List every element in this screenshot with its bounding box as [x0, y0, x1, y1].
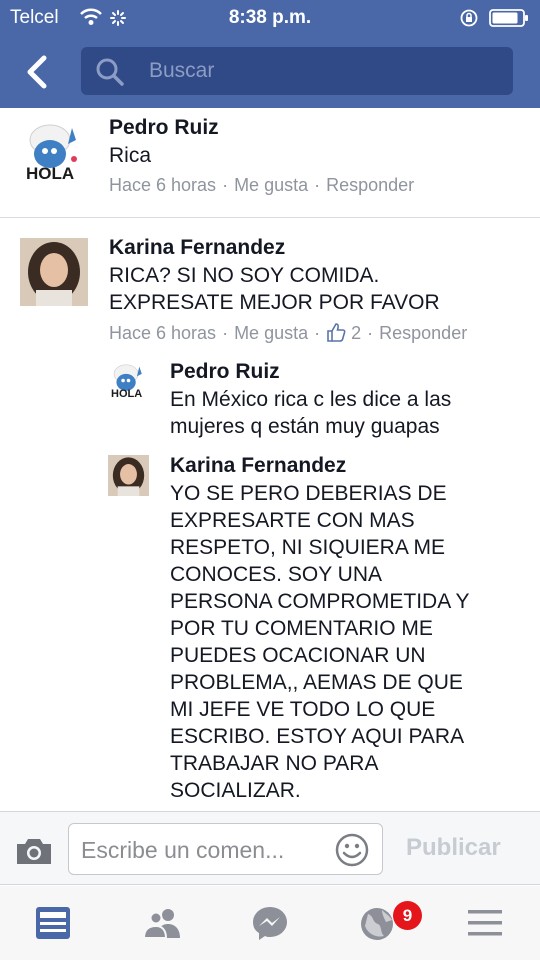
menu-icon[interactable] [466, 904, 506, 942]
reply-text: En México rica c les dice a las mujeres … [170, 388, 452, 438]
karina-avatar-image [20, 238, 88, 306]
separator-dot: · [222, 175, 229, 195]
notifications-badge: 9 [393, 901, 422, 930]
reply-author[interactable]: Karina Fernandez [170, 454, 346, 478]
battery-icon [489, 9, 528, 27]
orientation-lock-icon [460, 9, 478, 27]
like-link[interactable]: Me gusta [234, 175, 308, 195]
comment-time: Hace 6 horas [109, 175, 217, 195]
search-input[interactable] [149, 55, 489, 87]
reply-link[interactable]: Responder [326, 175, 414, 195]
avatar-karina-fernandez[interactable] [20, 238, 88, 306]
comment-input[interactable] [81, 836, 331, 864]
avatar-pedro-ruiz-reply[interactable]: HOLA [108, 360, 149, 401]
avatar-text: HOLA [26, 164, 75, 183]
like-count: 2 [351, 323, 362, 343]
search-icon [96, 58, 124, 86]
karina-avatar-image [108, 455, 149, 496]
back-chevron-icon[interactable] [22, 54, 52, 90]
camera-icon[interactable] [15, 836, 53, 866]
reply-link[interactable]: Responder [379, 323, 467, 343]
comment-author[interactable]: Pedro Ruiz [109, 116, 219, 140]
comment-input-box[interactable] [68, 823, 383, 875]
avatar-pedro-ruiz[interactable]: HOLA [20, 118, 88, 184]
notifications-globe-icon[interactable] [358, 904, 398, 942]
comment-time: Hace 6 horas [109, 323, 217, 343]
status-bar: Telcel 8:38 p.m. [0, 0, 540, 36]
thumbs-up-icon [327, 323, 346, 342]
comment-text: Rica [109, 144, 152, 167]
avatar-text: HOLA [111, 388, 143, 400]
comment-meta: Hace 6 horas · Me gusta · Responder [109, 175, 414, 196]
bottom-tab-bar [0, 886, 540, 960]
publish-button[interactable]: Publicar [406, 834, 501, 862]
news-feed-icon[interactable] [34, 904, 74, 942]
comment-author[interactable]: Karina Fernandez [109, 236, 285, 260]
friends-icon[interactable] [142, 904, 182, 942]
separator-dot: · [314, 323, 321, 343]
separator-dot: · [367, 323, 374, 343]
separator-dot: · [314, 175, 321, 195]
top-header: Telcel 8:38 p.m. [0, 0, 540, 108]
avatar-karina-fernandez-reply[interactable] [108, 455, 149, 496]
like-link[interactable]: Me gusta [234, 323, 308, 343]
reply-author[interactable]: Pedro Ruiz [170, 360, 280, 384]
reply-text: YO SE PERO DEBERIAS DE EXPRESARTE CON MA… [170, 482, 470, 802]
smiley-icon[interactable] [335, 833, 369, 867]
comment-divider [0, 217, 540, 218]
comment-composer: Publicar [0, 811, 540, 885]
status-time: 8:38 p.m. [228, 7, 312, 28]
separator-dot: · [222, 323, 229, 343]
messenger-icon[interactable] [250, 904, 290, 942]
comment-text: RICA? SI NO SOY COMIDA. EXPRESATE MEJOR … [109, 264, 440, 314]
comment-meta: Hace 6 horas · Me gusta · 2 · Responder [109, 322, 467, 344]
search-bar[interactable] [81, 47, 513, 95]
